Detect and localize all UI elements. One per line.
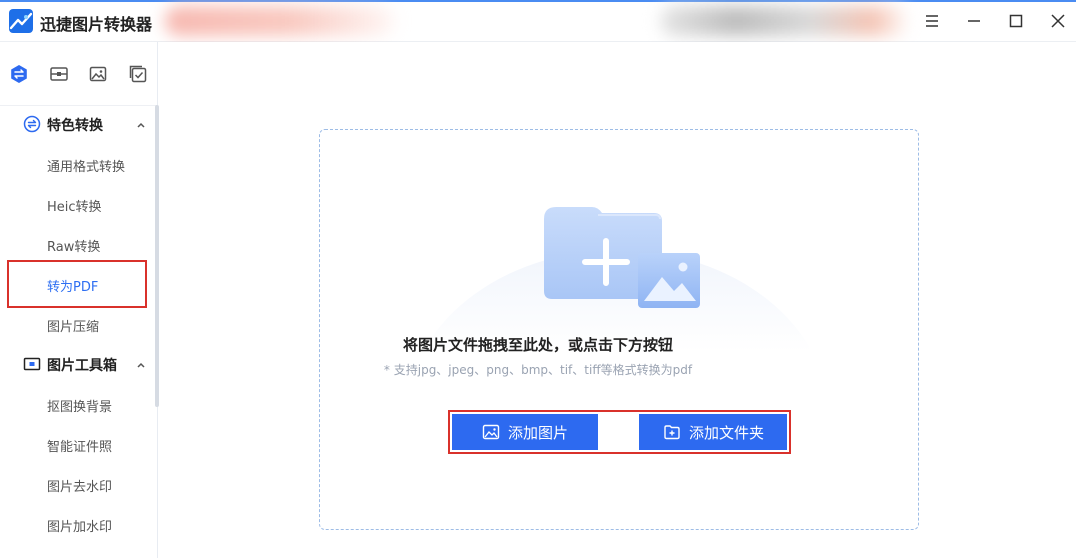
batch-icon xyxy=(129,65,147,83)
chevron-up-icon xyxy=(135,116,147,128)
toolbox-icon xyxy=(50,67,68,81)
sidebar-tab-toolbox[interactable] xyxy=(49,64,69,84)
blurred-banner-left xyxy=(165,6,395,36)
title-accent-line xyxy=(0,0,1076,2)
sidebar-icon-row xyxy=(0,42,158,106)
app-logo-icon xyxy=(9,9,33,33)
sidebar-item-add-watermark[interactable]: 图片加水印 xyxy=(47,516,112,535)
title-bar: 迅捷图片转换器 xyxy=(0,0,1076,42)
sidebar-item-compress[interactable]: 图片压缩 xyxy=(47,316,99,335)
close-icon xyxy=(1051,14,1065,28)
sidebar-tab-image-edit[interactable] xyxy=(88,64,108,84)
sidebar-item-raw[interactable]: Raw转换 xyxy=(47,236,100,255)
convert-icon xyxy=(23,115,41,133)
drop-zone-title: 将图片文件拖拽至此处，或点击下方按钮 xyxy=(402,336,673,354)
close-button[interactable] xyxy=(1045,8,1071,34)
section-label: 特色转换 xyxy=(47,118,103,134)
menu-icon xyxy=(926,15,938,27)
minimize-icon xyxy=(968,20,980,22)
drop-zone-hint: * 支持jpg、jpeg、png、bmp、tif、tiff等格式转换为pdf xyxy=(383,363,693,377)
highlight-box-buttons xyxy=(448,410,791,454)
app-title: 迅捷图片转换器 xyxy=(40,15,153,34)
image-edit-icon xyxy=(89,66,107,82)
convert-icon xyxy=(11,65,27,83)
maximize-button[interactable] xyxy=(1003,8,1029,34)
folder-add-image-illustration xyxy=(542,205,704,310)
sidebar-tab-batch[interactable] xyxy=(128,64,148,84)
sidebar-item-heic[interactable]: Heic转换 xyxy=(47,196,102,215)
highlight-box-to-pdf xyxy=(7,260,147,308)
sidebar-item-remove-watermark[interactable]: 图片去水印 xyxy=(47,476,112,495)
sidebar-item-general-format[interactable]: 通用格式转换 xyxy=(47,156,125,175)
blurred-banner-right xyxy=(660,6,910,36)
sidebar-item-id-photo[interactable]: 智能证件照 xyxy=(47,436,112,455)
section-header-special-convert[interactable]: 特色转换 xyxy=(0,104,156,144)
maximize-icon xyxy=(1009,14,1023,28)
menu-button[interactable] xyxy=(919,8,945,34)
minimize-button[interactable] xyxy=(961,8,987,34)
sidebar-tab-convert[interactable] xyxy=(9,64,29,84)
sidebar-item-cutout[interactable]: 抠图换背景 xyxy=(47,396,112,415)
